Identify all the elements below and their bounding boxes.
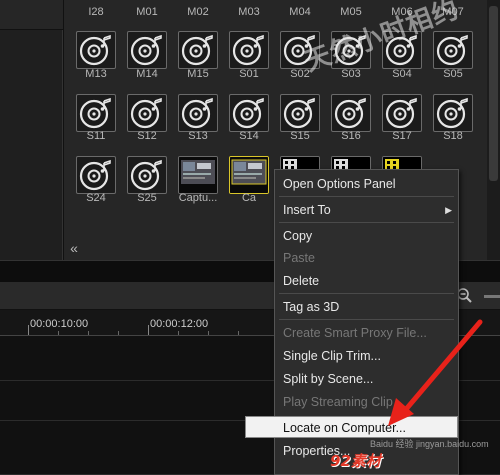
music-disc-icon [435,33,471,67]
collapse-panel-button[interactable]: « [64,239,84,257]
media-clip-tile[interactable] [178,31,218,69]
music-disc-icon [435,96,471,130]
menu-separator [279,293,454,294]
clip-label: M03 [238,6,260,18]
music-disc-icon [231,33,267,67]
media-clip-tile[interactable] [76,31,116,69]
menu-item-tag-as-3d[interactable]: Tag as 3D [275,296,458,318]
clip-label: M05 [340,6,362,18]
clip-label: S25 [137,192,157,204]
media-clip-tile[interactable] [127,94,167,132]
menu-separator [279,196,454,197]
clip-label: I28 [88,6,104,18]
watermark-url: jingyan.baidu.com [416,439,489,449]
clip-label: S17 [392,130,412,142]
clip-label: S14 [239,130,259,142]
ruler-tick [28,325,29,335]
annotation-arrow-icon [388,319,483,426]
menu-item-insert-to[interactable]: Insert To ▶ [275,199,458,221]
menu-item-label: Insert To [283,203,331,217]
clip-label: S05 [443,68,463,80]
media-clip-tile[interactable] [229,94,269,132]
media-clip-tile[interactable] [280,94,320,132]
media-clip-tile[interactable] [127,31,167,69]
submenu-arrow-icon: ▶ [445,205,452,215]
clip-label: M01 [136,6,158,18]
menu-item-label: Delete [283,274,320,288]
clip-label: M02 [187,6,209,18]
media-clip-tile[interactable] [178,156,218,194]
menu-item-delete[interactable]: Delete [275,270,458,292]
media-clip-tile[interactable] [433,94,473,132]
media-clip-tile[interactable] [229,156,269,194]
clip-label: S12 [137,130,157,142]
menu-item-label: Split by Scene... [283,372,374,386]
clip-label: S18 [443,130,463,142]
scrollbar-thumb[interactable] [489,6,498,181]
media-clip-tile[interactable] [382,94,422,132]
menu-item-paste: Paste [275,247,458,269]
clip-label: S16 [341,130,361,142]
music-disc-icon [384,96,420,130]
media-clip-tile[interactable] [76,94,116,132]
menu-item-label: Paste [283,251,315,265]
music-disc-icon [129,96,165,130]
media-clip-tile[interactable] [127,156,167,194]
ruler-minor-tick [208,331,209,335]
clip-label: M04 [289,6,311,18]
media-clip-tile[interactable] [229,31,269,69]
music-disc-icon [129,158,165,192]
clip-label: S24 [86,192,106,204]
clip-label: S01 [239,68,259,80]
clip-label: Ca [241,192,257,204]
clip-label: M15 [187,68,209,80]
ruler-tick [148,325,149,335]
timecode-label: 00:00:10:00 [30,318,89,330]
music-disc-icon [333,96,369,130]
menu-item-label: Play Streaming Clip [283,395,393,409]
media-clip-tile[interactable] [433,31,473,69]
clip-label: M13 [85,68,107,80]
menu-item-label: Open Options Panel [283,177,396,191]
music-disc-icon [78,33,114,67]
clip-label: M14 [136,68,158,80]
ruler-minor-tick [118,331,119,335]
menu-item-label: Single Clip Trim... [283,349,381,363]
menu-item-open-options-panel[interactable]: Open Options Panel [275,173,458,195]
media-clip-tile[interactable] [178,94,218,132]
timecode-label: 00:00:12:00 [150,318,209,330]
clip-label: S04 [392,68,412,80]
ruler-minor-tick [58,331,59,335]
left-panel [0,0,63,260]
clip-label: S11 [86,130,106,142]
library-scrollbar[interactable] [487,0,500,260]
ruler-minor-tick [88,331,89,335]
video-thumbnail-icon [230,157,268,193]
video-thumbnail-icon [179,157,217,193]
menu-item-label: Copy [283,229,313,243]
music-disc-icon [180,96,216,130]
media-clip-tile[interactable] [331,94,371,132]
media-clip-tile[interactable] [76,156,116,194]
music-disc-icon [129,33,165,67]
music-disc-icon [231,96,267,130]
ruler-minor-tick [238,331,239,335]
music-disc-icon [78,96,114,130]
menu-separator [279,222,454,223]
menu-item-label: Tag as 3D [283,300,340,314]
watermark-text: 92素材网-92sucai.com [330,452,456,475]
music-disc-icon [78,158,114,192]
clip-label: S03 [341,68,361,80]
ruler-minor-tick [178,331,179,335]
clip-label: Captu... [178,192,218,204]
music-disc-icon [282,96,318,130]
menu-item-copy[interactable]: Copy [275,225,458,247]
clip-label: S15 [290,130,310,142]
watermark-label: Baidu 经验 [370,439,414,449]
clip-label: S13 [188,130,208,142]
music-disc-icon [180,33,216,67]
watermark-text: Baidu 经验 jingyan.baidu.com [370,437,489,450]
zoom-slider[interactable] [484,295,500,298]
